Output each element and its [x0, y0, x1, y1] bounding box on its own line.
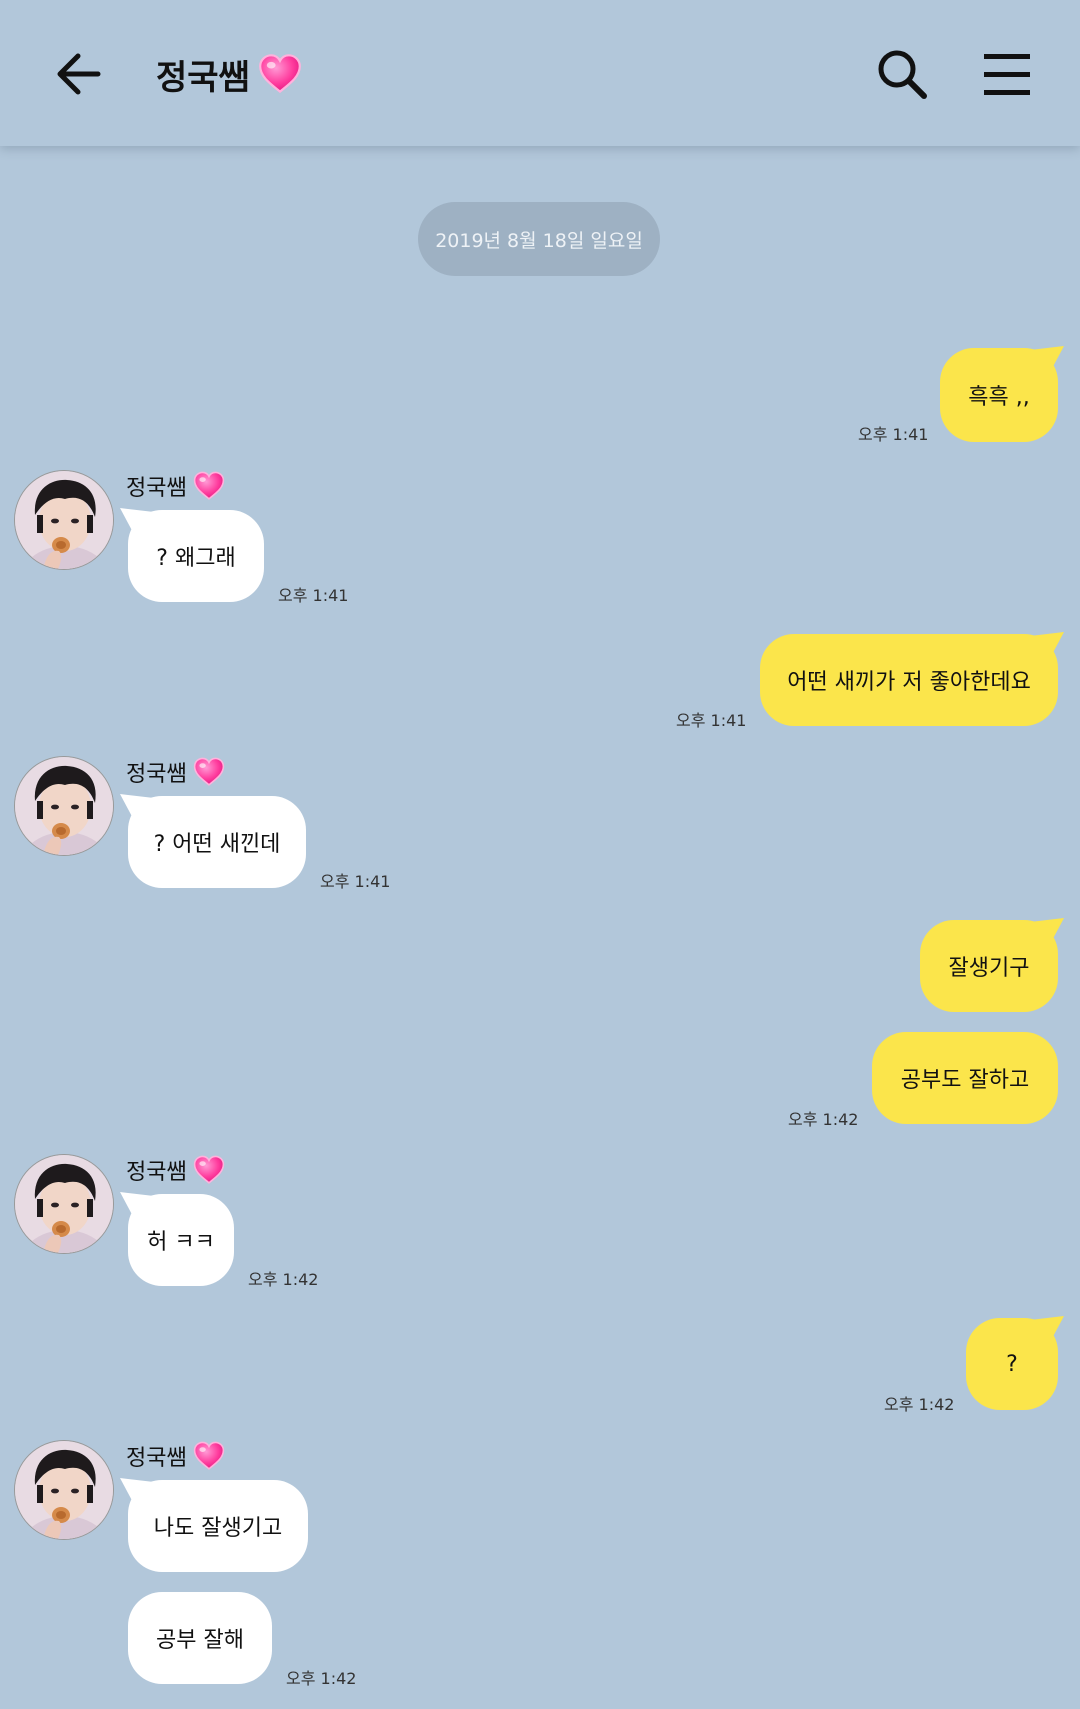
sender-name-text: 정국쌤 [126, 1446, 187, 1471]
sender-name-text: 정국쌤 [126, 1160, 187, 1185]
their-bubble-tail [120, 1192, 154, 1222]
message-time: 오후 1:42 [248, 1270, 319, 1289]
their-message-bubble[interactable]: 공부 잘해 [128, 1592, 272, 1684]
their-message-bubble[interactable]: ? 어떤 새낀데 [128, 796, 306, 888]
sender-name: 정국쌤 [126, 1440, 225, 1472]
chat-header: 정국쌤 [0, 0, 1080, 146]
sender-name: 정국쌤 [126, 756, 225, 788]
my-bubble-tail [1030, 632, 1064, 662]
sender-name: 정국쌤 [126, 470, 225, 502]
search-button[interactable] [872, 44, 932, 104]
chat-title: 정국쌤 [156, 44, 302, 104]
menu-button[interactable] [976, 46, 1036, 102]
heart-emoji-icon [193, 1155, 225, 1185]
my-bubble-tail [1030, 346, 1064, 376]
message-time: 오후 1:41 [278, 586, 349, 605]
message-time: 오후 1:41 [858, 425, 929, 444]
avatar-photo [15, 1155, 114, 1254]
hamburger-menu-icon [984, 54, 1030, 95]
sender-name-text: 정국쌤 [126, 476, 187, 501]
avatar-photo [15, 1441, 114, 1540]
heart-emoji-icon [258, 54, 302, 94]
avatar-photo [15, 471, 114, 570]
their-bubble-tail [120, 1478, 154, 1508]
heart-emoji-icon [193, 757, 225, 787]
back-button[interactable] [48, 44, 108, 104]
contact-avatar[interactable] [14, 1154, 114, 1254]
contact-avatar[interactable] [14, 1440, 114, 1540]
chat-title-text: 정국쌤 [156, 57, 250, 98]
avatar-photo [15, 757, 114, 856]
my-message-bubble[interactable]: 공부도 잘하고 [872, 1032, 1058, 1124]
my-bubble-tail [1030, 1316, 1064, 1346]
date-separator: 2019년 8월 18일 일요일 [418, 202, 660, 276]
message-time: 오후 1:41 [676, 711, 747, 730]
their-bubble-tail [120, 794, 154, 824]
sender-name: 정국쌤 [126, 1154, 225, 1186]
heart-emoji-icon [193, 1441, 225, 1471]
my-bubble-tail [1030, 918, 1064, 948]
contact-avatar[interactable] [14, 470, 114, 570]
contact-avatar[interactable] [14, 756, 114, 856]
message-time: 오후 1:42 [788, 1110, 859, 1129]
their-message-bubble[interactable]: 나도 잘생기고 [128, 1480, 308, 1572]
arrow-left-icon [57, 53, 101, 95]
message-time: 오후 1:41 [320, 872, 391, 891]
message-time: 오후 1:42 [884, 1395, 955, 1414]
search-icon [878, 50, 927, 99]
heart-emoji-icon [193, 471, 225, 501]
message-time: 오후 1:42 [286, 1669, 357, 1688]
their-bubble-tail [120, 508, 154, 538]
sender-name-text: 정국쌤 [126, 762, 187, 787]
my-message-bubble[interactable]: 어떤 새끼가 저 좋아한데요 [760, 634, 1058, 726]
